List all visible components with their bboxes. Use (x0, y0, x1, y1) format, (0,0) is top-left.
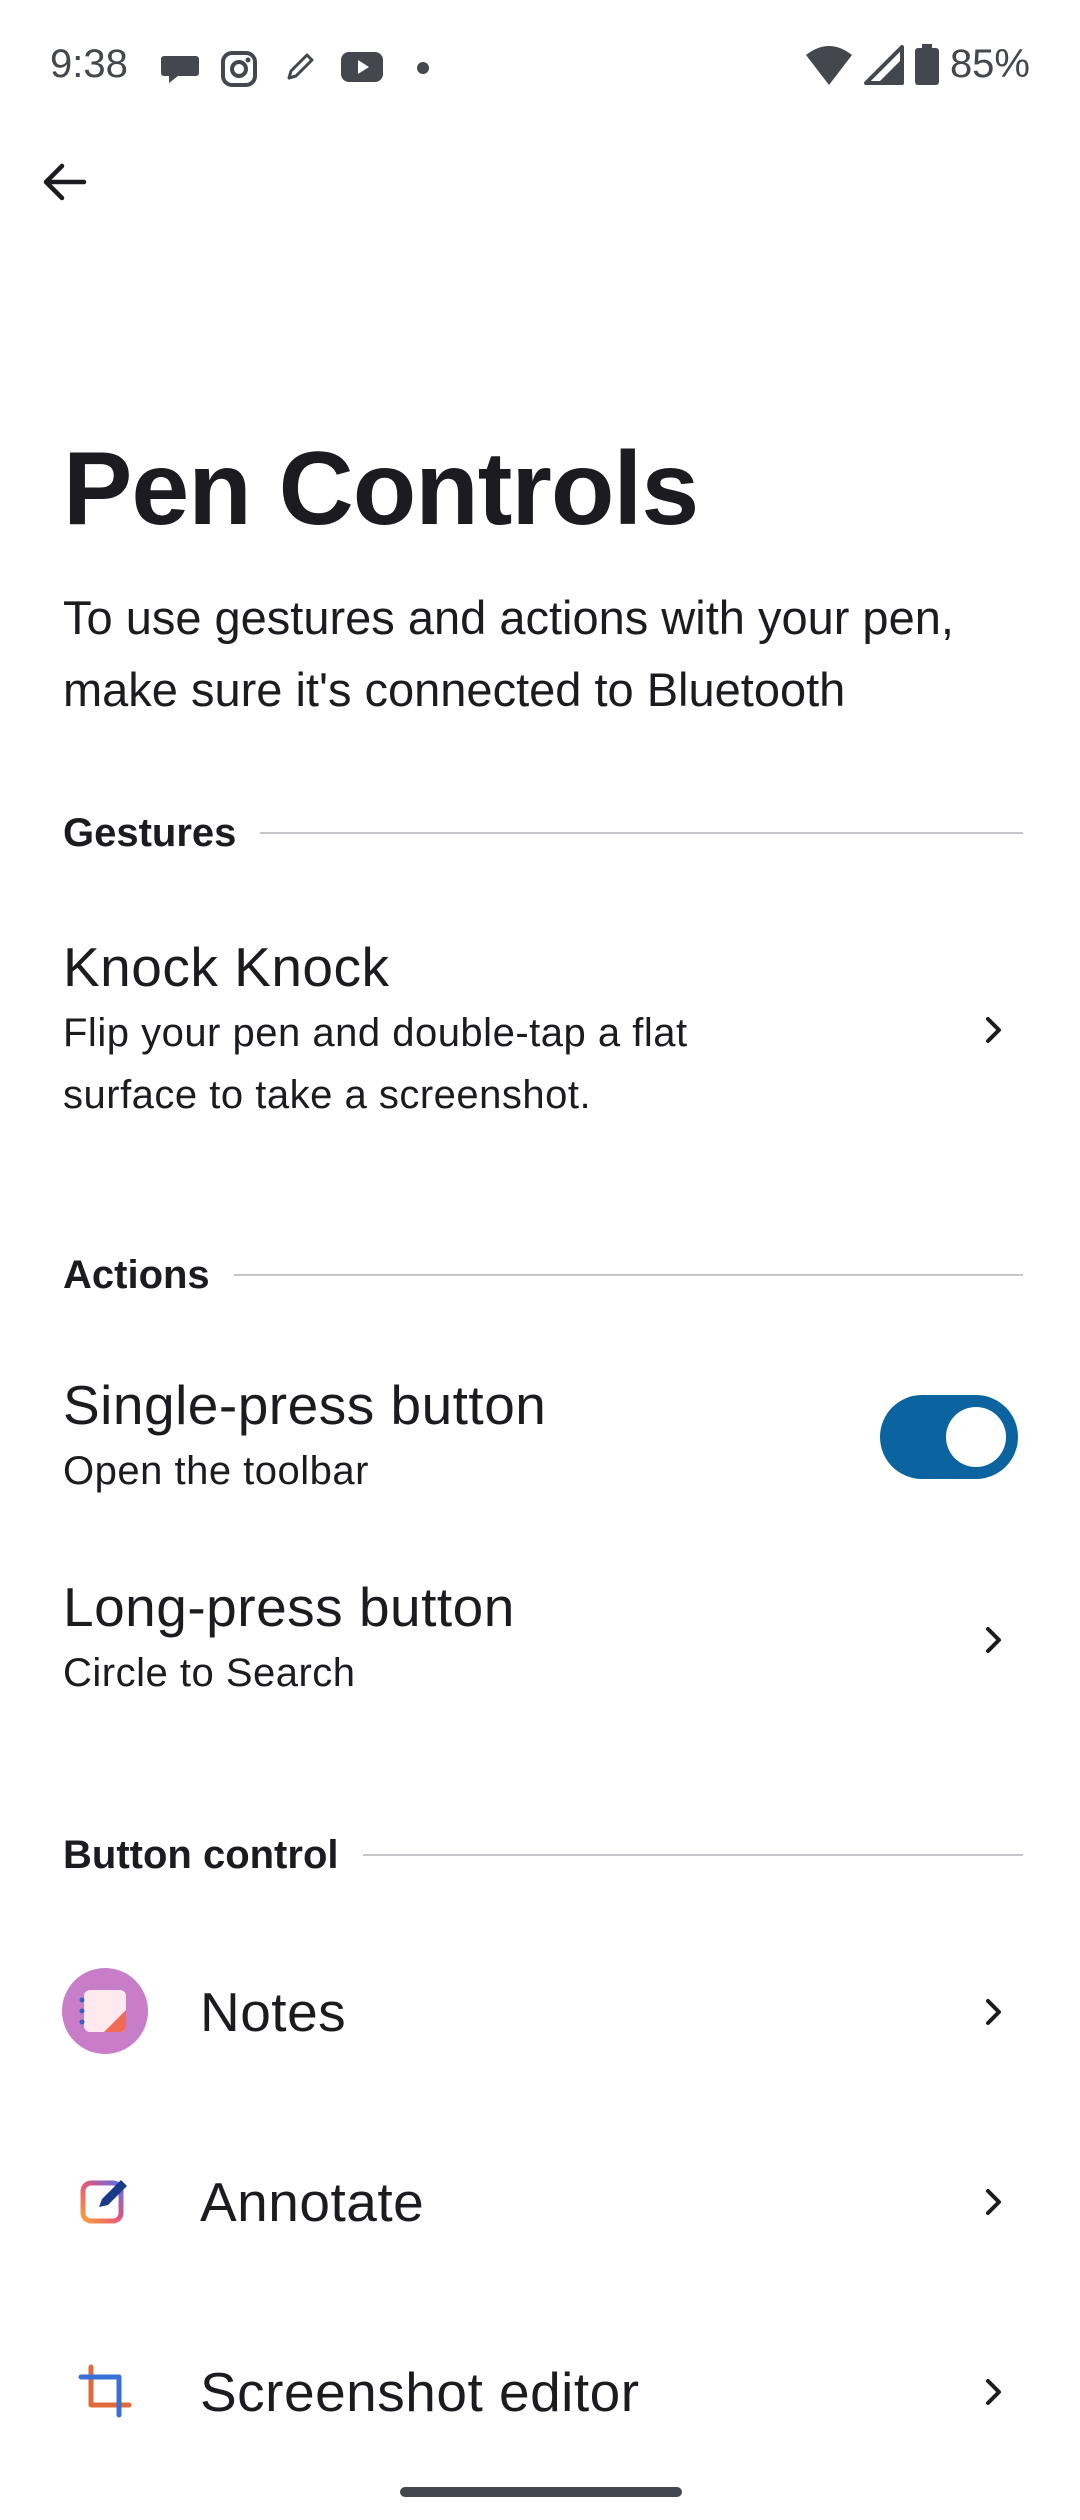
page-description: To use gestures and actions with your pe… (63, 591, 954, 716)
crop-icon (62, 2348, 148, 2434)
chevron-right-icon (986, 2379, 1001, 2405)
button-control-item-annotate[interactable] (0, 2110, 1080, 2290)
battery-icon (914, 43, 939, 85)
youtube-icon (341, 52, 383, 82)
section-header-gestures: Gestures (63, 808, 1023, 858)
battery-percent: 85% (949, 42, 1030, 86)
back-button[interactable] (32, 150, 96, 214)
knock-knock-title: Knock Knock (63, 936, 390, 998)
single-press-subtitle: Open the toolbar (63, 1449, 369, 1493)
notes-label: Notes (200, 1981, 347, 2043)
knock-knock-subtitle-line2: surface to take a screenshot. (63, 1073, 592, 1117)
section-label: Actions (63, 1252, 210, 1297)
knock-knock-subtitle-line1: Flip your pen and double-tap a flat (63, 1011, 688, 1055)
divider (233, 1274, 1023, 1276)
section-label: Gestures (63, 810, 237, 855)
signal-icon (863, 44, 904, 85)
status-time: 9:38 (50, 42, 128, 86)
notes-chevron (963, 1982, 1023, 2042)
annotate-icon (62, 2158, 148, 2244)
arrow-left-icon (43, 163, 87, 201)
chat-bubble-icon (161, 56, 199, 83)
chevron-right-icon (986, 1999, 1001, 2025)
divider (260, 832, 1023, 834)
annotate-label: Annotate (200, 2171, 425, 2233)
section-label: Button control (63, 1832, 339, 1877)
section-header-actions: Actions (63, 1250, 1023, 1300)
knock-knock-chevron (963, 1000, 1023, 1060)
screenshot-editor-chevron (963, 2362, 1023, 2422)
notes-app-icon (62, 1968, 148, 2054)
wifi-icon (805, 45, 852, 85)
chevron-right-icon (986, 2189, 1001, 2215)
chevron-right-icon (986, 1627, 1001, 1653)
divider (362, 1854, 1023, 1856)
home-indicator[interactable] (400, 2487, 682, 2497)
page-title: Pen Controls (63, 431, 699, 547)
dot-icon (417, 62, 429, 74)
chevron-right-icon (986, 1017, 1001, 1043)
annotate-chevron (963, 2172, 1023, 2232)
long-press-subtitle: Circle to Search (63, 1651, 356, 1695)
pen-icon (287, 53, 314, 80)
section-header-button-control: Button control (63, 1830, 1023, 1880)
single-press-toggle[interactable] (880, 1395, 1018, 1479)
single-press-title: Single-press button (63, 1374, 547, 1436)
long-press-title: Long-press button (63, 1576, 515, 1638)
long-press-chevron (963, 1610, 1023, 1670)
instagram-icon (221, 51, 257, 87)
screenshot-editor-label: Screenshot editor (200, 2361, 640, 2423)
status-system-icons: 85% (804, 42, 1030, 87)
button-control-item-notes[interactable] (0, 1915, 1080, 2095)
toggle-knob (946, 1407, 1006, 1467)
